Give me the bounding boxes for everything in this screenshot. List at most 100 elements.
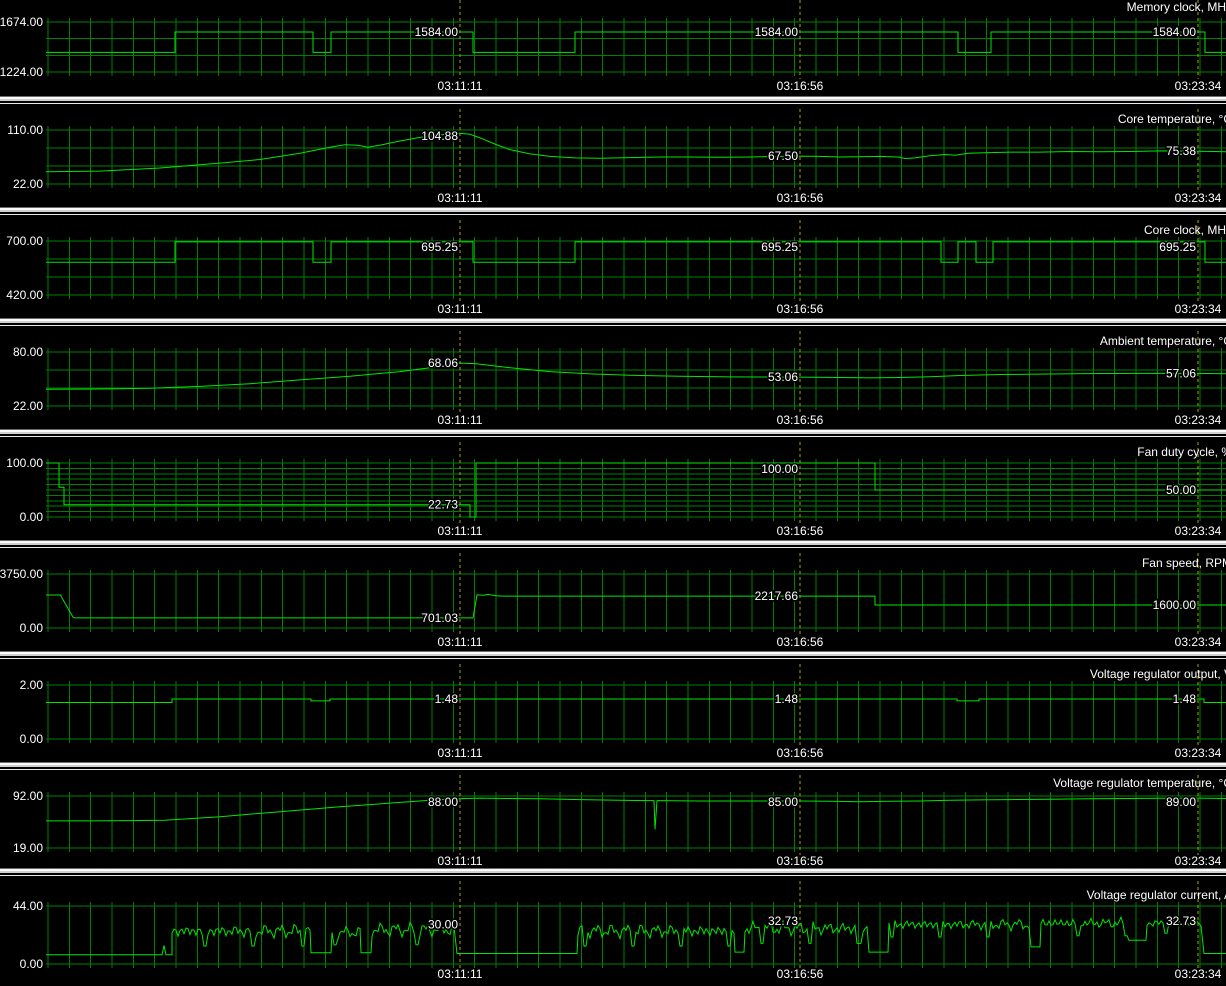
chart-separator <box>0 429 1226 437</box>
y-axis-max-label: 100.00 <box>6 456 43 470</box>
chart-title: Core clock, MHz <box>1144 223 1226 237</box>
chart-band-fan-speed-rpm: 3750.00 0.00 Fan speed, RPM 701.03 03:11:11 2… <box>0 548 1226 651</box>
chart-title: Voltage regulator output, V <box>1090 667 1226 681</box>
chart-separator <box>0 868 1226 876</box>
time-label: 03:23:34 <box>1175 302 1222 316</box>
marker-value-label: 1.48 <box>435 692 459 706</box>
y-axis-max-label: 2.00 <box>20 678 44 692</box>
time-label: 03:16:56 <box>777 79 824 93</box>
marker-value-label: 100.00 <box>761 462 798 476</box>
y-axis-max-label: 1674.00 <box>0 15 43 29</box>
chart-band-memory-clock-mhz: 1674.00 1224.00 Memory clock, MHz 1584.00 03… <box>0 0 1226 96</box>
chart-title: Memory clock, MHz <box>1127 0 1226 14</box>
marker-value-label: 50.00 <box>1166 483 1196 497</box>
marker-value-label: 32.73 <box>1166 914 1196 928</box>
chart-band-fan-duty-cycle: 100.00 0.00 Fan duty cycle, % 22.73 03:11:11… <box>0 437 1226 540</box>
time-label: 03:23:34 <box>1175 413 1222 427</box>
chart-background <box>0 326 1226 429</box>
chart-canvas-fan-duty-cycle: 100.00 0.00 Fan duty cycle, % 22.73 03:11:11… <box>0 437 1226 540</box>
time-label: 03:16:56 <box>777 191 824 205</box>
chart-background <box>0 548 1226 651</box>
chart-canvas-ambient-temperature-c: 80.00 22.00 Ambient temperature, °C 68.06 03… <box>0 326 1226 429</box>
marker-value-label: 22.73 <box>428 498 458 512</box>
y-axis-max-label: 44.00 <box>13 899 43 913</box>
y-axis-min-label: 420.00 <box>6 288 43 302</box>
marker-value-label: 104.88 <box>421 129 458 143</box>
chart-canvas-core-clock-mhz: 700.00 420.00 Core clock, MHz 695.25 03:11:1… <box>0 215 1226 318</box>
chart-separator <box>0 207 1226 215</box>
marker-value-label: 89.00 <box>1166 795 1196 809</box>
marker-value-label: 1.48 <box>775 692 799 706</box>
time-label: 03:16:56 <box>777 413 824 427</box>
y-axis-max-label: 3750.00 <box>0 567 43 581</box>
chart-background <box>0 659 1226 762</box>
y-axis-max-label: 700.00 <box>6 234 43 248</box>
chart-band-core-temperature-c: 110.00 22.00 Core temperature, °C 104.88 03:… <box>0 104 1226 207</box>
chart-band-core-clock-mhz: 700.00 420.00 Core clock, MHz 695.25 03:11:1… <box>0 215 1226 318</box>
marker-value-label: 1584.00 <box>755 25 799 39</box>
chart-band-voltage-regulator-output-v: 2.00 0.00 Voltage regulator output, V 1.48 0… <box>0 659 1226 762</box>
chart-background <box>0 0 1226 96</box>
time-label: 03:23:34 <box>1175 854 1222 868</box>
marker-value-label: 32.73 <box>768 914 798 928</box>
y-axis-min-label: 0.00 <box>20 510 44 524</box>
time-label: 03:23:34 <box>1175 967 1222 981</box>
time-label: 03:11:11 <box>438 635 483 649</box>
time-label: 03:11:11 <box>438 746 483 760</box>
chart-separator <box>0 762 1226 770</box>
marker-value-label: 695.25 <box>421 240 458 254</box>
y-axis-min-label: 0.00 <box>20 621 44 635</box>
time-label: 03:23:34 <box>1175 524 1222 538</box>
chart-title: Core temperature, °C <box>1118 112 1226 126</box>
chart-canvas-fan-speed-rpm: 3750.00 0.00 Fan speed, RPM 701.03 03:11:11 2… <box>0 548 1226 651</box>
time-label: 03:23:34 <box>1175 635 1222 649</box>
chart-title: Voltage regulator temperature, °C <box>1053 776 1226 790</box>
y-axis-max-label: 80.00 <box>13 345 43 359</box>
y-axis-min-label: 22.00 <box>13 177 43 191</box>
time-label: 03:11:11 <box>438 79 483 93</box>
marker-value-label: 695.25 <box>1159 240 1196 254</box>
chart-separator <box>0 540 1226 548</box>
marker-value-label: 1.48 <box>1173 692 1197 706</box>
marker-value-label: 695.25 <box>761 240 798 254</box>
time-label: 03:23:34 <box>1175 191 1222 205</box>
time-label: 03:16:56 <box>777 302 824 316</box>
time-label: 03:11:11 <box>438 967 483 981</box>
chart-background <box>0 215 1226 318</box>
chart-background <box>0 437 1226 540</box>
marker-value-label: 1600.00 <box>1153 598 1197 612</box>
time-label: 03:16:56 <box>777 524 824 538</box>
chart-canvas-core-temperature-c: 110.00 22.00 Core temperature, °C 104.88 03:… <box>0 104 1226 207</box>
y-axis-max-label: 110.00 <box>7 123 43 137</box>
marker-value-label: 1584.00 <box>415 25 459 39</box>
time-label: 03:16:56 <box>777 746 824 760</box>
hardware-monitor-charts: 1674.00 1224.00 Memory clock, MHz 1584.00 03… <box>0 0 1226 986</box>
marker-value-label: 57.06 <box>1166 366 1196 380</box>
y-axis-min-label: 0.00 <box>20 957 44 971</box>
y-axis-min-label: 19.00 <box>13 841 43 855</box>
chart-band-voltage-regulator-current-a: 44.00 0.00 Voltage regulator current, A 30.… <box>0 876 1226 986</box>
marker-value-label: 68.06 <box>428 356 458 370</box>
chart-title: Voltage regulator current, A <box>1087 888 1226 902</box>
time-label: 03:11:11 <box>438 191 483 205</box>
y-axis-min-label: 0.00 <box>20 732 44 746</box>
marker-value-label: 1584.00 <box>1153 25 1197 39</box>
chart-canvas-voltage-regulator-current-a: 44.00 0.00 Voltage regulator current, A 30.… <box>0 876 1226 986</box>
chart-title: Ambient temperature, °C <box>1100 334 1226 348</box>
marker-value-label: 75.38 <box>1166 144 1196 158</box>
marker-value-label: 67.50 <box>768 149 798 163</box>
chart-band-voltage-regulator-temperature-c: 92.00 19.00 Voltage regulator temperature,… <box>0 770 1226 868</box>
time-label: 03:16:56 <box>777 967 824 981</box>
chart-separator <box>0 96 1226 104</box>
time-label: 03:23:34 <box>1175 746 1222 760</box>
y-axis-max-label: 92.00 <box>13 789 43 803</box>
time-label: 03:16:56 <box>777 854 824 868</box>
marker-value-label: 30.00 <box>428 917 458 931</box>
chart-band-ambient-temperature-c: 80.00 22.00 Ambient temperature, °C 68.06 03… <box>0 326 1226 429</box>
chart-canvas-voltage-regulator-temperature-c: 92.00 19.00 Voltage regulator temperature,… <box>0 770 1226 868</box>
chart-separator <box>0 651 1226 659</box>
chart-title: Fan duty cycle, % <box>1137 445 1226 459</box>
time-label: 03:11:11 <box>438 413 483 427</box>
time-label: 03:11:11 <box>438 524 483 538</box>
chart-canvas-voltage-regulator-output-v: 2.00 0.00 Voltage regulator output, V 1.48 0… <box>0 659 1226 762</box>
